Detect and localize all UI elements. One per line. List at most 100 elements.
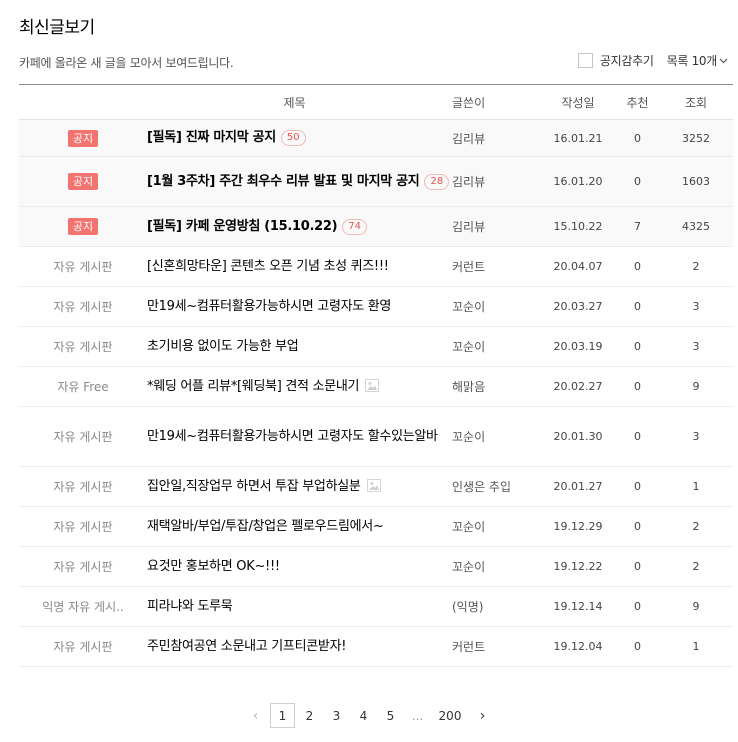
- page-description: 카페에 올라온 새 글을 모아서 보여드립니다.: [19, 56, 234, 70]
- next-page-button[interactable]: ›: [470, 703, 495, 728]
- page-5[interactable]: 5: [378, 703, 403, 728]
- row-recommend: 0: [634, 480, 641, 493]
- page-last[interactable]: 200: [432, 703, 468, 728]
- article-title-link[interactable]: [필독] 카페 운영방침 (15.10.22): [147, 219, 338, 234]
- header-author: 글쓴이: [452, 95, 486, 110]
- page-4[interactable]: 4: [351, 703, 376, 728]
- row-date: 20.01.27: [553, 480, 603, 493]
- row-category: 공지: [19, 157, 147, 207]
- row-views: 3: [692, 430, 700, 443]
- category-link[interactable]: 자유 게시판: [53, 640, 112, 654]
- row-title-cell: 피라냐와 도루묵: [147, 587, 452, 627]
- row-recommend: 0: [634, 131, 641, 145]
- row-author[interactable]: 꼬순이: [452, 327, 540, 367]
- article-title-link[interactable]: 재택알바/부업/투잡/창업은 펠로우드림에서~: [147, 519, 384, 534]
- article-title-link[interactable]: [1월 3주차] 주간 최우수 리뷰 발표 및 마지막 공지: [147, 174, 420, 189]
- page-2[interactable]: 2: [297, 703, 322, 728]
- row-views: 3: [692, 300, 700, 313]
- article-title-link[interactable]: 피라냐와 도루묵: [147, 599, 233, 614]
- row-recommend: 0: [634, 260, 641, 273]
- category-link[interactable]: 자유 게시판: [53, 300, 112, 314]
- comment-count[interactable]: 50: [280, 130, 306, 146]
- category-link[interactable]: 자유 게시판: [53, 260, 112, 274]
- row-date: 20.01.30: [553, 430, 603, 443]
- row-author[interactable]: 김리뷰: [452, 157, 540, 207]
- hide-notice-label[interactable]: 공지감추기: [600, 52, 654, 69]
- notice-badge: 공지: [67, 173, 99, 190]
- header-date: 작성일: [561, 95, 595, 110]
- article-title-link[interactable]: *웨딩 어플 리뷰*[웨딩북] 견적 소문내기: [147, 379, 359, 394]
- category-link[interactable]: 자유 게시판: [53, 480, 112, 494]
- row-author[interactable]: 김리뷰: [452, 207, 540, 247]
- article-title-link[interactable]: 만19세~컴퓨터활용가능하시면 고령자도 환영: [147, 299, 391, 314]
- row-author[interactable]: 꼬순이: [452, 547, 540, 587]
- row-date: 16.01.20: [553, 175, 603, 188]
- article-title-link[interactable]: 집안일,직장업무 하면서 투잡 부업하실분: [147, 479, 361, 494]
- category-link[interactable]: 자유 게시판: [53, 520, 112, 534]
- row-recommend: 0: [634, 560, 641, 573]
- article-list: 공지 [필독] 진짜 마지막 공지 50 김리뷰 16.01.21 0 3252 공지 [1월 …: [19, 119, 733, 667]
- article-title-link[interactable]: 초기비용 없이도 가능한 부업: [147, 339, 299, 354]
- prev-page-button[interactable]: ‹: [243, 703, 268, 728]
- comment-count[interactable]: 28: [424, 173, 450, 190]
- row-title-cell: 요것만 홍보하면 OK~!!!: [147, 547, 452, 587]
- row-author[interactable]: 꼬순이: [452, 407, 540, 467]
- table-row: 공지 [1월 3주차] 주간 최우수 리뷰 발표 및 마지막 공지 28 김리뷰 16.…: [19, 156, 733, 207]
- row-author[interactable]: 꼬순이: [452, 507, 540, 547]
- article-title-link[interactable]: 주민참여공연 소문내고 기프티콘받자!: [147, 639, 346, 654]
- row-views: 2: [692, 260, 700, 273]
- image-attachment-icon: [366, 478, 381, 492]
- table-row: 자유 게시판 초기비용 없이도 가능한 부업 꼬순이 20.03.19 0 3: [19, 327, 733, 367]
- list-options: 공지감추기 목록 10개: [577, 52, 728, 69]
- row-views: 3: [692, 340, 700, 353]
- row-author[interactable]: (익명): [452, 587, 540, 627]
- category-link[interactable]: 자유 게시판: [53, 430, 112, 444]
- list-size-dropdown[interactable]: 목록 10개: [667, 52, 728, 69]
- article-title-link[interactable]: [신혼희망타운] 콘텐츠 오픈 기념 초성 퀴즈!!!: [147, 259, 389, 274]
- row-recommend: 0: [634, 430, 641, 443]
- row-category: 익명 자유 게시..: [19, 587, 147, 627]
- row-author[interactable]: 해맑음: [452, 367, 540, 407]
- table-row: 자유 게시판 [신혼희망타운] 콘텐츠 오픈 기념 초성 퀴즈!!! 커런트 20.0…: [19, 247, 733, 287]
- header-category: [19, 85, 147, 120]
- comment-count[interactable]: 74: [342, 218, 368, 235]
- row-date: 16.01.21: [553, 131, 603, 145]
- category-link[interactable]: 자유 게시판: [53, 560, 112, 574]
- row-recommend: 0: [634, 340, 641, 353]
- row-category: 자유 게시판: [19, 407, 147, 467]
- row-category: 공지: [19, 207, 147, 247]
- page-3[interactable]: 3: [324, 703, 349, 728]
- list-size-label: 목록 10개: [666, 54, 718, 68]
- table-row: 자유 게시판 재택알바/부업/투잡/창업은 펠로우드림에서~ 꼬순이 19.12.29…: [19, 507, 733, 547]
- page-1[interactable]: 1: [270, 703, 295, 728]
- row-category: 자유 게시판: [19, 507, 147, 547]
- row-date: 15.10.22: [553, 220, 603, 233]
- row-author[interactable]: 인생은 추입: [452, 467, 540, 507]
- row-views: 2: [692, 560, 700, 573]
- pagination: ‹ 1 2 3 4 5 ... 200 ›: [0, 703, 738, 728]
- table-header: 제목 글쓴이 작성일 추천 조회: [19, 84, 733, 120]
- row-date: 19.12.29: [553, 520, 603, 533]
- row-author[interactable]: 꼬순이: [452, 287, 540, 327]
- article-title-link[interactable]: 만19세~컴퓨터활용가능하시면 고령자도 할수있는알바: [147, 429, 438, 444]
- row-views: 1603: [682, 175, 710, 188]
- row-category: 공지: [19, 120, 147, 157]
- article-title-link[interactable]: [필독] 진짜 마지막 공지: [147, 130, 276, 145]
- category-link[interactable]: 익명 자유 게시..: [42, 600, 124, 614]
- row-date: 20.02.27: [553, 380, 603, 393]
- category-link[interactable]: 자유 게시판: [53, 340, 112, 354]
- row-author[interactable]: 커런트: [452, 627, 540, 667]
- article-title-link[interactable]: 요것만 홍보하면 OK~!!!: [147, 559, 280, 574]
- table-row: 자유 게시판 만19세~컴퓨터활용가능하시면 고령자도 할수있는알바 꼬순이 20.0…: [19, 407, 733, 467]
- row-author[interactable]: 김리뷰: [452, 120, 540, 157]
- row-recommend: 0: [634, 300, 641, 313]
- row-views: 2: [692, 520, 700, 533]
- row-title-cell: 주민참여공연 소문내고 기프티콘받자!: [147, 627, 452, 667]
- header-recommend: 추천: [626, 95, 649, 110]
- row-category: 자유 게시판: [19, 627, 147, 667]
- category-link[interactable]: 자유 Free: [57, 380, 108, 394]
- row-recommend: 7: [634, 220, 641, 233]
- row-title-cell: 초기비용 없이도 가능한 부업: [147, 327, 452, 367]
- hide-notice-checkbox[interactable]: [577, 53, 593, 68]
- row-author[interactable]: 커런트: [452, 247, 540, 287]
